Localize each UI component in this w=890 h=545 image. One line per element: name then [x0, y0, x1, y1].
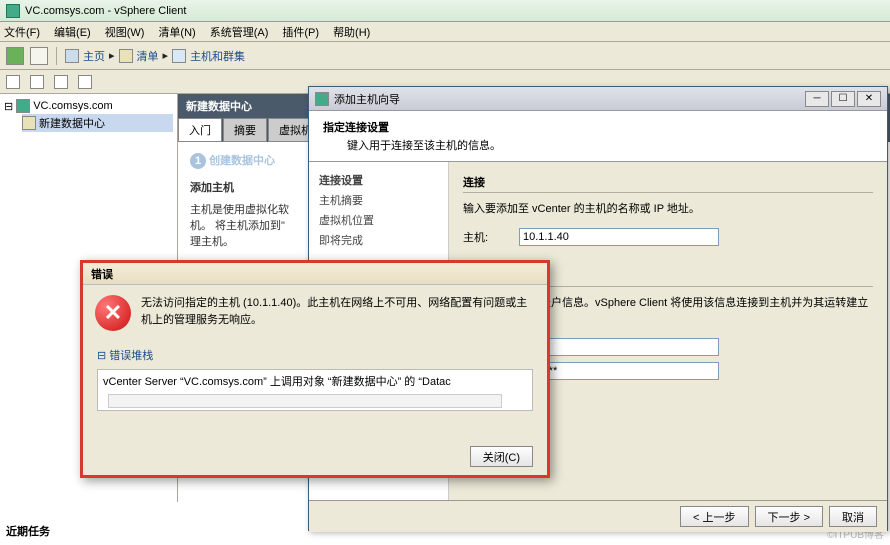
inventory-icon[interactable]: [119, 49, 133, 63]
menu-help[interactable]: 帮助(H): [333, 24, 370, 40]
error-message: 无法访问指定的主机 (10.1.1.40)。此主机在网络上不可用、网络配置有问题…: [141, 295, 535, 331]
tree-dc-label: 新建数据中心: [39, 115, 105, 131]
wizard-footer: < 上一步 下一步 > 取消: [309, 500, 887, 532]
host-input[interactable]: [519, 228, 719, 246]
wizard-icon: [315, 92, 329, 106]
tool-icon[interactable]: [6, 75, 20, 89]
error-titlebar[interactable]: 错误: [83, 263, 547, 285]
menu-inventory[interactable]: 清单(N): [158, 24, 195, 40]
wizard-titlebar[interactable]: 添加主机向导 ─ ☐ ✕: [309, 87, 887, 111]
tab-summary[interactable]: 摘要: [223, 118, 267, 142]
home-icon[interactable]: [65, 49, 79, 63]
scrollbar[interactable]: [108, 394, 502, 408]
menubar: 文件(F) 编辑(E) 视图(W) 清单(N) 系统管理(A) 插件(P) 帮助…: [0, 22, 890, 42]
back-button[interactable]: [6, 47, 24, 65]
chevron-right-icon: ▸: [109, 49, 115, 62]
forward-button[interactable]: [30, 47, 48, 65]
close-button[interactable]: ✕: [857, 91, 881, 107]
cancel-button[interactable]: 取消: [829, 506, 877, 527]
error-footer: 关闭(C): [470, 446, 533, 467]
back-button[interactable]: < 上一步: [680, 506, 748, 527]
chevron-right-icon: ▸: [163, 49, 169, 62]
host-label: 主机:: [463, 229, 519, 245]
window-title: VC.comsys.com - vSphere Client: [25, 5, 186, 17]
toolbar-nav: 主页 ▸ 清单 ▸ 主机和群集: [0, 42, 890, 70]
expand-icon[interactable]: ⊟: [4, 100, 13, 113]
wizard-title: 添加主机向导: [334, 91, 400, 107]
breadcrumb: 主页 ▸ 清单 ▸ 主机和群集: [65, 48, 245, 64]
tool-icon[interactable]: [78, 75, 92, 89]
menu-admin[interactable]: 系统管理(A): [210, 24, 269, 40]
crumb-inventory[interactable]: 清单: [137, 48, 159, 64]
connection-desc: 输入要添加至 vCenter 的主机的名称或 IP 地址。: [463, 201, 873, 218]
close-button[interactable]: 关闭(C): [470, 446, 533, 467]
step-connection[interactable]: 连接设置: [319, 170, 438, 190]
group-connection: 连接: [463, 174, 873, 193]
datacenter-icon: [22, 116, 36, 130]
error-body: ✕ 无法访问指定的主机 (10.1.1.40)。此主机在网络上不可用、网络配置有…: [83, 285, 547, 341]
next-button[interactable]: 下一步 >: [755, 506, 823, 527]
wizard-heading: 指定连接设置: [323, 119, 873, 135]
crumb-hosts[interactable]: 主机和群集: [190, 48, 245, 64]
recent-tasks-label: 近期任务: [6, 523, 50, 539]
vc-icon: [16, 99, 30, 113]
crumb-home[interactable]: 主页: [83, 48, 105, 64]
step-summary[interactable]: 主机摘要: [319, 190, 438, 210]
main-titlebar: VC.comsys.com - vSphere Client: [0, 0, 890, 22]
tool-icon[interactable]: [30, 75, 44, 89]
tree-root-label: VC.comsys.com: [33, 100, 112, 112]
menu-edit[interactable]: 编辑(E): [54, 24, 91, 40]
error-dialog: 错误 ✕ 无法访问指定的主机 (10.1.1.40)。此主机在网络上不可用、网络…: [80, 260, 550, 478]
hosts-icon[interactable]: [172, 49, 186, 63]
tree-datacenter[interactable]: 新建数据中心: [22, 114, 173, 132]
step-label: 创建数据中心: [209, 155, 275, 167]
stack-text: vCenter Server “VC.comsys.com” 上调用对象 “新建…: [103, 376, 451, 388]
step-vm-location[interactable]: 虚拟机位置: [319, 210, 438, 230]
menu-view[interactable]: 视图(W): [105, 24, 145, 40]
tab-getting-started[interactable]: 入门: [178, 118, 222, 142]
minimize-button[interactable]: ─: [805, 91, 829, 107]
menu-plugins[interactable]: 插件(P): [282, 24, 319, 40]
error-stack: vCenter Server “VC.comsys.com” 上调用对象 “新建…: [97, 369, 533, 411]
tree-root[interactable]: ⊟ VC.comsys.com: [4, 98, 173, 114]
separator: [56, 47, 57, 65]
maximize-button[interactable]: ☐: [831, 91, 855, 107]
step-ready[interactable]: 即将完成: [319, 230, 438, 250]
error-icon: ✕: [95, 295, 131, 331]
wizard-header: 指定连接设置 键入用于连接至该主机的信息。: [309, 111, 887, 162]
app-icon: [6, 4, 20, 18]
error-stack-toggle[interactable]: 错误堆栈: [97, 347, 533, 363]
menu-file[interactable]: 文件(F): [4, 24, 40, 40]
host-row: 主机:: [463, 228, 873, 246]
tool-icon[interactable]: [54, 75, 68, 89]
step-badge: 1: [190, 153, 206, 169]
wizard-description: 键入用于连接至该主机的信息。: [347, 137, 873, 153]
